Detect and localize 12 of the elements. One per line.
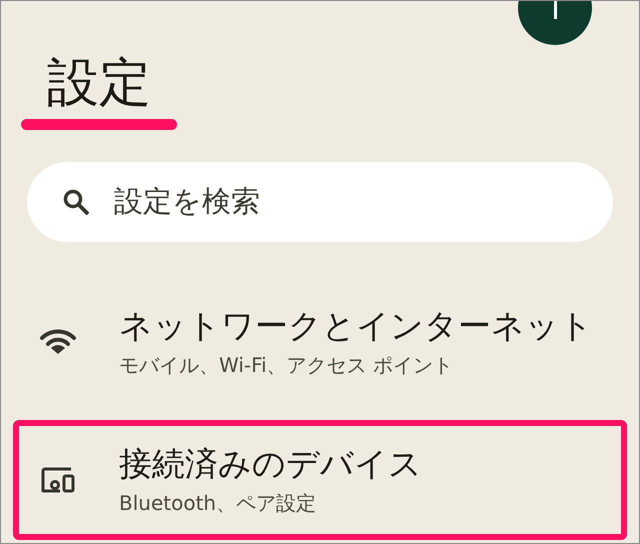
item-subtitle: モバイル、Wi-Fi、アクセス ポイント [119, 352, 454, 378]
search-input[interactable]: 設定を検索 [114, 180, 613, 224]
item-subtitle: Bluetooth、ペア設定 [119, 490, 318, 516]
search-icon [63, 188, 90, 216]
search-field[interactable]: 設定を検索 [27, 162, 613, 242]
page-title: 設定 [46, 52, 152, 115]
settings-item[interactable]: 接続済みのデバイス Bluetooth、ペア設定 [13, 420, 627, 540]
devices-icon [40, 467, 76, 493]
item-title: 接続済みのデバイス [119, 444, 422, 484]
settings-item[interactable]: ネットワークとインターネット モバイル、Wi-Fi、アクセス ポイント [13, 282, 627, 402]
item-title: ネットワークとインターネット [119, 306, 593, 346]
wifi-icon [40, 329, 76, 355]
